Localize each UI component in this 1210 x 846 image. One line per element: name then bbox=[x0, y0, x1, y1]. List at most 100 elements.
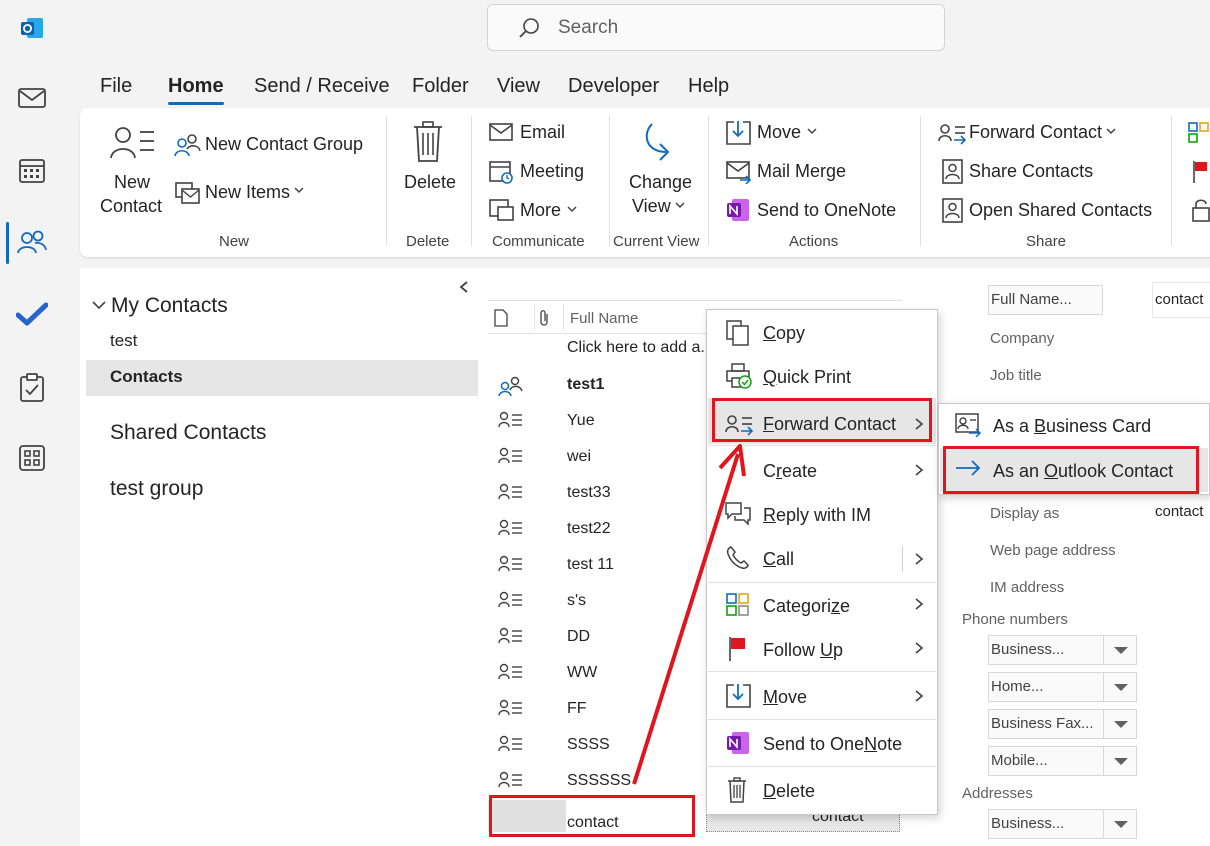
folder-item-contacts[interactable]: Contacts bbox=[110, 367, 183, 387]
phone-business-dropdown[interactable] bbox=[1103, 635, 1137, 665]
quick-print-icon bbox=[726, 363, 752, 389]
contact-row-name[interactable]: test33 bbox=[567, 484, 611, 502]
change-view-label-1[interactable]: Change bbox=[629, 172, 692, 193]
search-box[interactable]: Search bbox=[487, 4, 945, 51]
address-business-button[interactable]: Business... bbox=[988, 809, 1104, 839]
tasks-icon[interactable] bbox=[12, 368, 52, 408]
contact-row-icon bbox=[498, 411, 524, 429]
menu-item-move[interactable]: Move bbox=[763, 687, 807, 708]
contact-row-icon bbox=[498, 519, 524, 537]
mail-merge-button[interactable]: Mail Merge bbox=[757, 161, 846, 182]
meeting-button[interactable]: Meeting bbox=[520, 161, 584, 182]
highlight-box-contact-row bbox=[489, 795, 695, 837]
menu-item-delete[interactable]: Delete bbox=[763, 781, 815, 802]
contact-row-name[interactable]: DD bbox=[567, 628, 590, 646]
chevron-down-icon bbox=[294, 186, 304, 194]
col-divider bbox=[563, 304, 564, 330]
app-rail bbox=[0, 0, 64, 846]
change-view-label-2[interactable]: View bbox=[632, 196, 671, 217]
lock-icon bbox=[1192, 198, 1210, 222]
mail-icon[interactable] bbox=[12, 78, 52, 118]
menu-item-follow-up[interactable]: Follow Up bbox=[763, 640, 843, 661]
open-shared-contacts-icon bbox=[942, 198, 964, 224]
submenu-item-business-card[interactable]: As a Business Card bbox=[993, 416, 1151, 437]
item-type-icon bbox=[494, 309, 508, 327]
new-contact-group-button[interactable]: New Contact Group bbox=[205, 134, 363, 155]
add-new-row[interactable]: Click here to add a... bbox=[567, 339, 714, 357]
categorize-icon bbox=[1188, 122, 1210, 144]
contact-row-name[interactable]: Yue bbox=[567, 412, 595, 430]
people-icon[interactable] bbox=[12, 222, 52, 262]
contact-row-name[interactable]: wei bbox=[567, 448, 591, 466]
col-divider bbox=[534, 304, 535, 330]
menu-item-send-to-onenote[interactable]: Send to OneNote bbox=[763, 734, 902, 755]
calendar-icon[interactable] bbox=[12, 150, 52, 190]
tab-view[interactable]: View bbox=[497, 75, 540, 98]
column-full-name[interactable]: Full Name bbox=[570, 310, 638, 342]
menu-item-create[interactable]: Create bbox=[763, 461, 817, 482]
apps-icon[interactable] bbox=[12, 438, 52, 478]
copy-icon bbox=[726, 320, 750, 346]
ribbon-separator bbox=[708, 116, 709, 246]
shared-contacts-header[interactable]: Shared Contacts bbox=[110, 421, 266, 445]
contact-row-name[interactable]: FF bbox=[567, 700, 587, 718]
tab-file[interactable]: File bbox=[100, 75, 132, 98]
share-contacts-button[interactable]: Share Contacts bbox=[969, 161, 1093, 182]
contact-row-name[interactable]: test 11 bbox=[567, 556, 614, 574]
ribbon-separator bbox=[386, 116, 387, 246]
menu-item-call[interactable]: Call bbox=[763, 549, 794, 570]
phone-home-dropdown[interactable] bbox=[1103, 672, 1137, 702]
contact-row-icon bbox=[498, 627, 524, 645]
new-items-button[interactable]: New Items bbox=[205, 182, 290, 203]
call-split-divider bbox=[902, 546, 903, 572]
delete-button[interactable]: Delete bbox=[404, 172, 456, 193]
tab-developer[interactable]: Developer bbox=[568, 75, 659, 98]
contact-row-name[interactable]: s's bbox=[567, 592, 586, 610]
new-contact-label-2[interactable]: Contact bbox=[100, 196, 162, 217]
job-title-label: Job title bbox=[990, 367, 1042, 384]
more-button[interactable]: More bbox=[520, 200, 561, 221]
forward-contact-button[interactable]: Forward Contact bbox=[969, 122, 1102, 143]
phone-mobile-button[interactable]: Mobile... bbox=[988, 746, 1104, 776]
chevron-down-icon bbox=[567, 205, 577, 213]
new-contact-label-1[interactable]: New bbox=[114, 172, 150, 193]
collapse-pane-icon[interactable] bbox=[459, 281, 469, 293]
move-button[interactable]: Move bbox=[757, 122, 801, 143]
meeting-icon bbox=[489, 159, 515, 185]
chevron-down-icon bbox=[807, 127, 817, 135]
tab-folder[interactable]: Folder bbox=[412, 75, 469, 98]
contact-row-name[interactable]: test22 bbox=[567, 520, 611, 538]
new-items-icon bbox=[174, 179, 200, 205]
send-to-onenote-button[interactable]: Send to OneNote bbox=[757, 200, 896, 221]
full-name-field[interactable] bbox=[1152, 282, 1210, 318]
my-contacts-header[interactable]: My Contacts bbox=[111, 294, 228, 318]
menu-item-reply-with-im[interactable]: Reply with IM bbox=[763, 505, 871, 526]
open-shared-contacts-button[interactable]: Open Shared Contacts bbox=[969, 200, 1152, 221]
phone-business-fax-button[interactable]: Business Fax... bbox=[988, 709, 1104, 739]
phone-mobile-dropdown[interactable] bbox=[1103, 746, 1137, 776]
ribbon-separator bbox=[920, 116, 921, 246]
phone-business-fax-dropdown[interactable] bbox=[1103, 709, 1137, 739]
contact-row-name[interactable]: test1 bbox=[567, 376, 604, 394]
annotation-arrow bbox=[632, 444, 746, 785]
folder-item-test[interactable]: test bbox=[110, 331, 137, 351]
address-business-dropdown[interactable] bbox=[1103, 809, 1137, 839]
contact-row-icon bbox=[498, 735, 524, 753]
menu-item-copy[interactable]: Copy bbox=[763, 323, 805, 344]
phone-business-button[interactable]: Business... bbox=[988, 635, 1104, 665]
contact-row-name[interactable]: WW bbox=[567, 664, 597, 682]
tab-help[interactable]: Help bbox=[688, 75, 729, 98]
contact-row-name[interactable]: SSSS bbox=[567, 736, 610, 754]
tab-home-underline bbox=[168, 102, 224, 105]
new-contact-icon bbox=[110, 126, 156, 160]
menu-item-categorize[interactable]: Categorize bbox=[763, 596, 850, 617]
chevron-down-icon[interactable] bbox=[92, 300, 106, 310]
menu-item-quick-print[interactable]: Quick Print bbox=[763, 367, 851, 388]
phone-home-button[interactable]: Home... bbox=[988, 672, 1104, 702]
email-button[interactable]: Email bbox=[520, 122, 565, 143]
todo-icon[interactable] bbox=[12, 294, 52, 334]
tab-home[interactable]: Home bbox=[168, 75, 224, 98]
tab-send-receive[interactable]: Send / Receive bbox=[254, 75, 390, 98]
test-group-header[interactable]: test group bbox=[110, 477, 203, 501]
full-name-button[interactable]: Full Name... bbox=[988, 285, 1103, 315]
